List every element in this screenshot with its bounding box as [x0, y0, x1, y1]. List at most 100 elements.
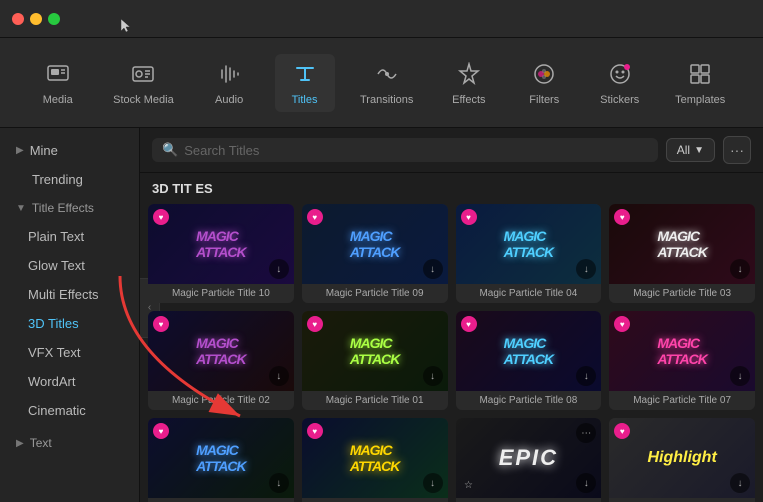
sidebar-item-plain-text-label: Plain Text [28, 229, 84, 244]
sidebar-item-cinematic[interactable]: Cinematic [0, 396, 139, 425]
chevron-right-icon-2: ▶ [16, 438, 24, 449]
toolbar-item-templates[interactable]: Templates [665, 54, 735, 112]
grid-label-mf01: Metal Flare 01 [456, 498, 602, 502]
grid-thumb-mp05: MAGICATTACK ♥ ↓ [148, 418, 294, 498]
transitions-label: Transitions [360, 94, 413, 106]
sidebar-item-trending[interactable]: Trending [0, 165, 139, 194]
heart-icon: ♥ [153, 316, 169, 332]
grid-item-mp04[interactable]: MAGICATTACK ♥ ↓ Magic Particle Title 04 [456, 204, 602, 303]
sidebar-item-wordart[interactable]: WordArt [0, 367, 139, 396]
sidebar-item-cinematic-label: Cinematic [28, 403, 86, 418]
grid-item-mf04[interactable]: Highlight ♥ ↓ Metal Flare 04 [609, 418, 755, 502]
grid-thumb-mp10: MAGICATTACK ♥ ↓ [148, 204, 294, 284]
grid-label-mp03: Magic Particle Title 03 [609, 284, 755, 303]
minimize-button[interactable] [30, 13, 42, 25]
grid-item-mp07[interactable]: MAGICATTACK ♥ ↓ Magic Particle Title 07 [609, 311, 755, 410]
grid-label-mp08: Magic Particle Title 08 [456, 391, 602, 410]
sidebar-item-vfx-text[interactable]: VFX Text [0, 338, 139, 367]
sidebar-item-trending-label: Trending [32, 172, 83, 187]
toolbar-item-media[interactable]: Media [28, 54, 88, 112]
sidebar-item-3d-titles[interactable]: 3D Titles [0, 309, 139, 338]
chevron-down-icon-filter: ▼ [694, 145, 704, 156]
stock-media-icon [129, 60, 157, 88]
search-icon: 🔍 [162, 142, 178, 158]
star-icon: ☆ [461, 477, 477, 493]
stickers-icon [606, 60, 634, 88]
toolbar-item-effects[interactable]: Effects [439, 54, 499, 112]
grid-thumb-mp06: MAGICATTACK ♥ ↓ [302, 418, 448, 498]
sidebar-item-title-effects[interactable]: ▼ Title Effects [0, 194, 139, 222]
sidebar-item-mine-label: Mine [30, 143, 58, 158]
sidebar-item-text-label: Text [30, 436, 52, 450]
grid-thumb-mp04: MAGICATTACK ♥ ↓ [456, 204, 602, 284]
transitions-icon [373, 60, 401, 88]
download-icon: ↓ [269, 473, 289, 493]
grid-thumb-mp03: MAGICATTACK ♥ ↓ [609, 204, 755, 284]
toolbar-item-stock-media[interactable]: Stock Media [103, 54, 184, 112]
grid-item-mp03[interactable]: MAGICATTACK ♥ ↓ Magic Particle Title 03 [609, 204, 755, 303]
content-area: 🔍 All ▼ ··· 3D TIT ES MAGICATTACK [140, 128, 763, 502]
download-icon: ↓ [423, 366, 443, 386]
download-icon: ↓ [423, 473, 443, 493]
download-icon: ↓ [730, 473, 750, 493]
search-bar: 🔍 All ▼ ··· [140, 128, 763, 173]
heart-icon: ♥ [153, 423, 169, 439]
toolbar-item-titles[interactable]: Titles [275, 54, 335, 112]
sidebar-item-text[interactable]: ▶ Text [0, 429, 139, 457]
grid-label-mp09: Magic Particle Title 09 [302, 284, 448, 303]
traffic-lights [12, 13, 60, 25]
templates-label: Templates [675, 94, 725, 106]
sidebar-item-glow-text[interactable]: Glow Text [0, 251, 139, 280]
grid-thumb-mp08: MAGICATTACK ♥ ↓ [456, 311, 602, 391]
media-icon [44, 60, 72, 88]
search-input[interactable] [184, 143, 648, 158]
stickers-label: Stickers [600, 94, 639, 106]
toolbar-item-audio[interactable]: Audio [199, 54, 259, 112]
sidebar-item-3d-titles-label: 3D Titles [28, 316, 79, 331]
sidebar-item-wordart-label: WordArt [28, 374, 75, 389]
toolbar-item-stickers[interactable]: Stickers [590, 54, 650, 112]
toolbar-item-transitions[interactable]: Transitions [350, 54, 423, 112]
more-options-button[interactable]: ··· [723, 136, 751, 164]
section-title: 3D TIT ES [140, 173, 763, 200]
filters-icon [530, 60, 558, 88]
close-button[interactable] [12, 13, 24, 25]
grid-thumb-mf04: Highlight ♥ ↓ [609, 418, 755, 498]
sidebar-item-multi-effects-label: Multi Effects [28, 287, 99, 302]
toolbar-item-filters[interactable]: Filters [514, 54, 574, 112]
grid-label-mp07: Magic Particle Title 07 [609, 391, 755, 410]
maximize-button[interactable] [48, 13, 60, 25]
more-icon: ··· [730, 142, 744, 158]
filters-label: Filters [529, 94, 559, 106]
grid-label-mp04: Magic Particle Title 04 [456, 284, 602, 303]
stock-media-label: Stock Media [113, 94, 174, 106]
titles-label: Titles [292, 94, 318, 106]
grid-item-mp08[interactable]: MAGICATTACK ♥ ↓ Magic Particle Title 08 [456, 311, 602, 410]
download-icon: ↓ [423, 259, 443, 279]
grid-item-mp09[interactable]: MAGICATTACK ♥ ↓ Magic Particle Title 09 [302, 204, 448, 303]
download-icon: ↓ [730, 366, 750, 386]
heart-icon: ♥ [461, 316, 477, 332]
grid-item-mp05[interactable]: MAGICATTACK ♥ ↓ Magic Particle Title 05 [148, 418, 294, 502]
grid-item-mf01[interactable]: EPIC ☆ ↓ ⋯ Metal Flare 01 [456, 418, 602, 502]
sidebar-item-mine[interactable]: ▶ Mine [0, 136, 139, 165]
sidebar: ▶ Mine Trending ▼ Title Effects Plain Te… [0, 128, 140, 502]
grid-item-mp06[interactable]: MAGICATTACK ♥ ↓ Magic Particle Title 06 [302, 418, 448, 502]
sidebar-item-glow-text-label: Glow Text [28, 258, 85, 273]
sidebar-item-plain-text[interactable]: Plain Text [0, 222, 139, 251]
download-icon: ↓ [730, 259, 750, 279]
filter-button[interactable]: All ▼ [666, 138, 715, 162]
grid-label-mp05: Magic Particle Title 05 [148, 498, 294, 502]
grid-item-mp02[interactable]: MAGICATTACK ♥ ↓ Magic Particle Title 02 [148, 311, 294, 410]
grid-thumb-mp07: MAGICATTACK ♥ ↓ [609, 311, 755, 391]
grid-container: MAGICATTACK ♥ ↓ Magic Particle Title 10 … [140, 200, 763, 502]
sidebar-item-title-effects-label: Title Effects [32, 201, 94, 215]
grid-thumb-mp02: MAGICATTACK ♥ ↓ [148, 311, 294, 391]
grid-item-mp01[interactable]: MAGICATTACK ♥ ↓ Magic Particle Title 01 [302, 311, 448, 410]
sidebar-item-multi-effects[interactable]: Multi Effects [0, 280, 139, 309]
heart-icon: ♥ [153, 209, 169, 225]
grid-item-mp10[interactable]: MAGICATTACK ♥ ↓ Magic Particle Title 10 [148, 204, 294, 303]
audio-label: Audio [215, 94, 243, 106]
templates-icon [686, 60, 714, 88]
media-label: Media [43, 94, 73, 106]
